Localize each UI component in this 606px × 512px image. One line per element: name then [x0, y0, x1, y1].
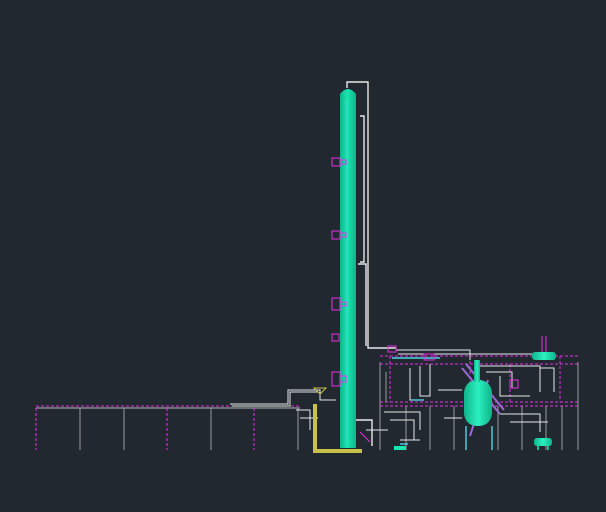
- cad-3d-viewport[interactable]: [0, 0, 606, 512]
- column-nozzle-icon: [331, 297, 341, 311]
- distillation-column[interactable]: [340, 89, 356, 448]
- vessel-nozzle: [474, 360, 480, 382]
- reboiler-vessel[interactable]: [534, 438, 552, 450]
- column-nozzle-icon: [331, 371, 341, 387]
- pipe-rack-left[interactable]: [35, 405, 300, 450]
- separator-vessel[interactable]: [464, 360, 492, 426]
- column-nozzle-icon: [331, 333, 340, 342]
- plant-model-canvas[interactable]: [0, 0, 606, 512]
- column-nozzle-icon: [331, 157, 341, 167]
- pump-icon: [394, 446, 406, 450]
- reflux-drum[interactable]: [532, 352, 556, 360]
- transfer-piping[interactable]: [230, 389, 336, 430]
- column-nozzle-icon: [331, 230, 341, 240]
